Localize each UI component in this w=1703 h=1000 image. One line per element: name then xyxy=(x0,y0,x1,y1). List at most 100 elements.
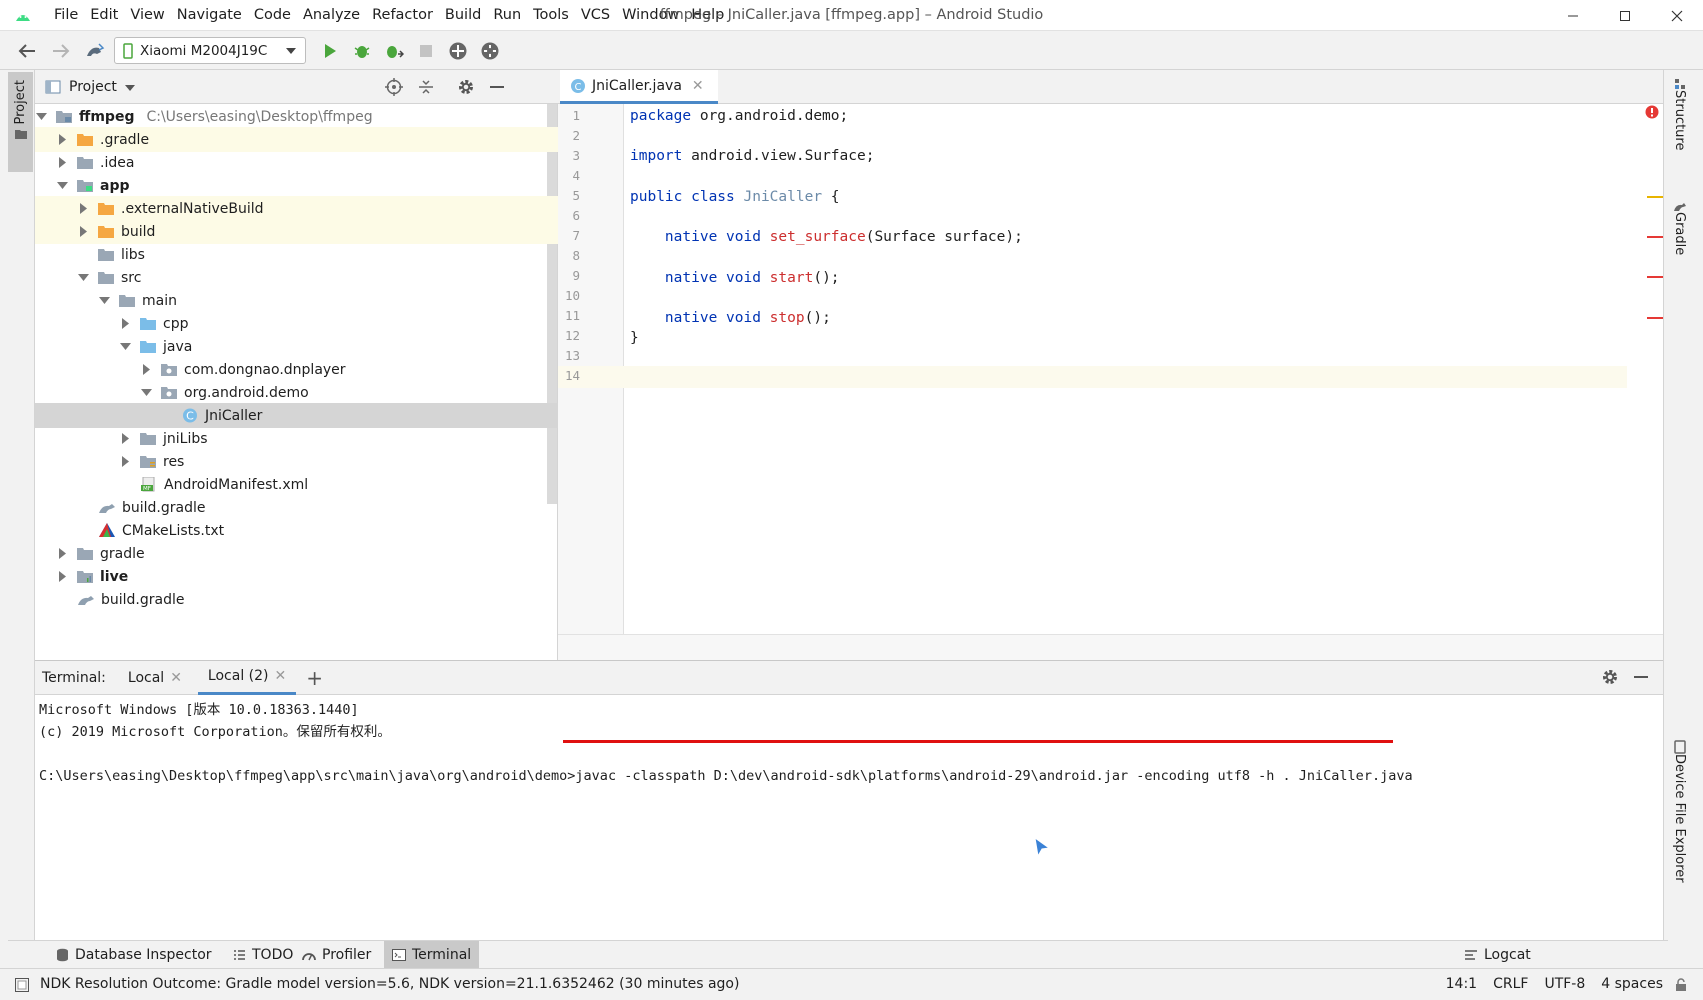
menu-refactor[interactable]: Refactor xyxy=(366,0,439,31)
tree-node[interactable]: java xyxy=(35,334,558,359)
menu-analyze[interactable]: Analyze xyxy=(297,0,366,31)
error-stripe[interactable] xyxy=(1647,276,1663,278)
toggle-tool-windows-icon[interactable] xyxy=(15,978,29,992)
tree-node[interactable]: CMakeLists.txt xyxy=(35,518,558,543)
tree-node[interactable]: app xyxy=(35,173,558,198)
chevron-right-icon[interactable] xyxy=(119,433,131,445)
hide-panel-button[interactable] xyxy=(487,77,507,97)
tree-node[interactable]: .gradle xyxy=(35,127,558,152)
new-terminal-tab-button[interactable]: + xyxy=(306,666,323,690)
chevron-down-icon[interactable] xyxy=(98,295,110,307)
device-manager-button[interactable] xyxy=(446,39,470,63)
tree-node[interactable]: build.gradle xyxy=(35,587,558,612)
close-window-button[interactable] xyxy=(1651,0,1703,31)
indent-setting[interactable]: 4 spaces xyxy=(1601,976,1663,992)
error-stripe[interactable] xyxy=(1647,317,1663,319)
debug-button[interactable] xyxy=(350,39,374,63)
menu-file[interactable]: File xyxy=(48,0,84,31)
chevron-right-icon[interactable] xyxy=(119,318,131,330)
menu-view[interactable]: View xyxy=(124,0,170,31)
chevron-down-icon[interactable] xyxy=(35,111,47,123)
file-encoding[interactable]: UTF-8 xyxy=(1544,976,1585,992)
chevron-right-icon[interactable] xyxy=(56,571,68,583)
terminal-output[interactable]: Microsoft Windows [版本 10.0.18363.1440] (… xyxy=(39,695,1633,940)
chevron-down-icon[interactable] xyxy=(140,387,152,399)
chevron-down-icon[interactable] xyxy=(125,85,135,92)
device-file-explorer-tool-tab[interactable]: Device File Explorer xyxy=(1672,740,1687,883)
tree-node[interactable]: main xyxy=(35,288,558,313)
close-icon[interactable]: ✕ xyxy=(275,668,287,684)
tree-node[interactable]: cpp xyxy=(35,311,558,336)
project-tool-tab[interactable]: Project xyxy=(8,72,33,172)
status-message[interactable]: NDK Resolution Outcome: Gradle model ver… xyxy=(40,976,739,992)
chevron-right-icon[interactable] xyxy=(77,226,89,238)
chevron-down-icon[interactable] xyxy=(77,272,89,284)
terminal-tab-local-2[interactable]: Local (2) ✕ xyxy=(197,661,297,695)
minimize-button[interactable] xyxy=(1547,0,1599,31)
warning-stripe[interactable] xyxy=(1647,196,1663,198)
menu-vcs[interactable]: VCS xyxy=(575,0,616,31)
project-settings-button[interactable] xyxy=(456,77,476,97)
run-button[interactable] xyxy=(318,39,342,63)
sync-project-button[interactable] xyxy=(83,39,107,63)
close-icon[interactable]: ✕ xyxy=(170,670,182,686)
menu-help[interactable]: Help xyxy=(685,0,730,31)
maximize-button[interactable] xyxy=(1599,0,1651,31)
back-button[interactable] xyxy=(15,39,39,63)
tree-node[interactable]: live xyxy=(35,564,558,589)
gear-icon[interactable] xyxy=(1601,668,1619,686)
stop-button[interactable] xyxy=(414,39,438,63)
profiler-tab[interactable]: Profiler xyxy=(294,941,379,969)
attach-debugger-button[interactable] xyxy=(382,39,406,63)
close-tab-icon[interactable]: ✕ xyxy=(692,78,704,94)
tree-node-selected[interactable]: C JniCaller xyxy=(35,403,558,428)
tree-node[interactable]: build xyxy=(35,219,558,244)
tree-node[interactable]: gradle xyxy=(35,541,558,566)
chevron-down-icon[interactable] xyxy=(56,180,68,192)
menu-code[interactable]: Code xyxy=(248,0,297,31)
chevron-right-icon[interactable] xyxy=(56,157,68,169)
todo-tab[interactable]: TODO xyxy=(225,941,301,969)
tree-node[interactable]: libs xyxy=(35,242,558,267)
chevron-right-icon[interactable] xyxy=(56,134,68,146)
database-inspector-tab[interactable]: Database Inspector xyxy=(48,941,220,969)
menu-build[interactable]: Build xyxy=(439,0,487,31)
editor-tab-jnicaller[interactable]: C JniCaller.java ✕ xyxy=(560,70,718,104)
chevron-right-icon[interactable] xyxy=(56,548,68,560)
project-panel-title[interactable]: Project xyxy=(69,79,117,95)
tree-node[interactable]: res xyxy=(35,449,558,474)
menu-run[interactable]: Run xyxy=(487,0,527,31)
device-selector[interactable]: Xiaomi M2004J19C xyxy=(114,37,306,64)
code-area[interactable]: package org.android.demo; import android… xyxy=(624,104,1627,634)
terminal-tab-local[interactable]: Local ✕ xyxy=(118,661,192,695)
minimize-icon[interactable] xyxy=(1633,668,1649,686)
tree-node[interactable]: .idea xyxy=(35,150,558,175)
gradle-tool-tab[interactable]: Gradle xyxy=(1672,200,1687,255)
tree-node[interactable]: .externalNativeBuild xyxy=(35,196,558,221)
logcat-tab[interactable]: Logcat xyxy=(1456,941,1539,969)
chevron-right-icon[interactable] xyxy=(119,456,131,468)
collapse-all-button[interactable] xyxy=(416,77,436,97)
line-separator[interactable]: CRLF xyxy=(1493,976,1528,992)
lock-icon[interactable] xyxy=(1675,978,1687,992)
tree-node-root[interactable]: ffmpeg C:\Users\easing\Desktop\ffmpeg xyxy=(35,104,558,129)
sdk-manager-button[interactable] xyxy=(478,39,502,63)
tree-node[interactable]: jniLibs xyxy=(35,426,558,451)
tree-node[interactable]: com.dongnao.dnplayer xyxy=(35,357,558,382)
error-indicator-icon[interactable] xyxy=(1645,105,1659,119)
tree-node[interactable]: build.gradle xyxy=(35,495,558,520)
tree-node[interactable]: src xyxy=(35,265,558,290)
structure-tool-tab[interactable]: Structure xyxy=(1672,78,1687,150)
tree-node[interactable]: MF AndroidManifest.xml xyxy=(35,472,558,497)
select-opened-file-button[interactable] xyxy=(384,77,404,97)
error-stripe[interactable] xyxy=(1647,236,1663,238)
terminal-tab[interactable]: Terminal xyxy=(384,941,480,969)
forward-button[interactable] xyxy=(49,39,73,63)
menu-navigate[interactable]: Navigate xyxy=(171,0,248,31)
tree-node[interactable]: org.android.demo xyxy=(35,380,558,405)
menu-tools[interactable]: Tools xyxy=(527,0,575,31)
chevron-right-icon[interactable] xyxy=(77,203,89,215)
menu-window[interactable]: Window xyxy=(616,0,685,31)
chevron-down-icon[interactable] xyxy=(119,341,131,353)
menu-edit[interactable]: Edit xyxy=(84,0,124,31)
